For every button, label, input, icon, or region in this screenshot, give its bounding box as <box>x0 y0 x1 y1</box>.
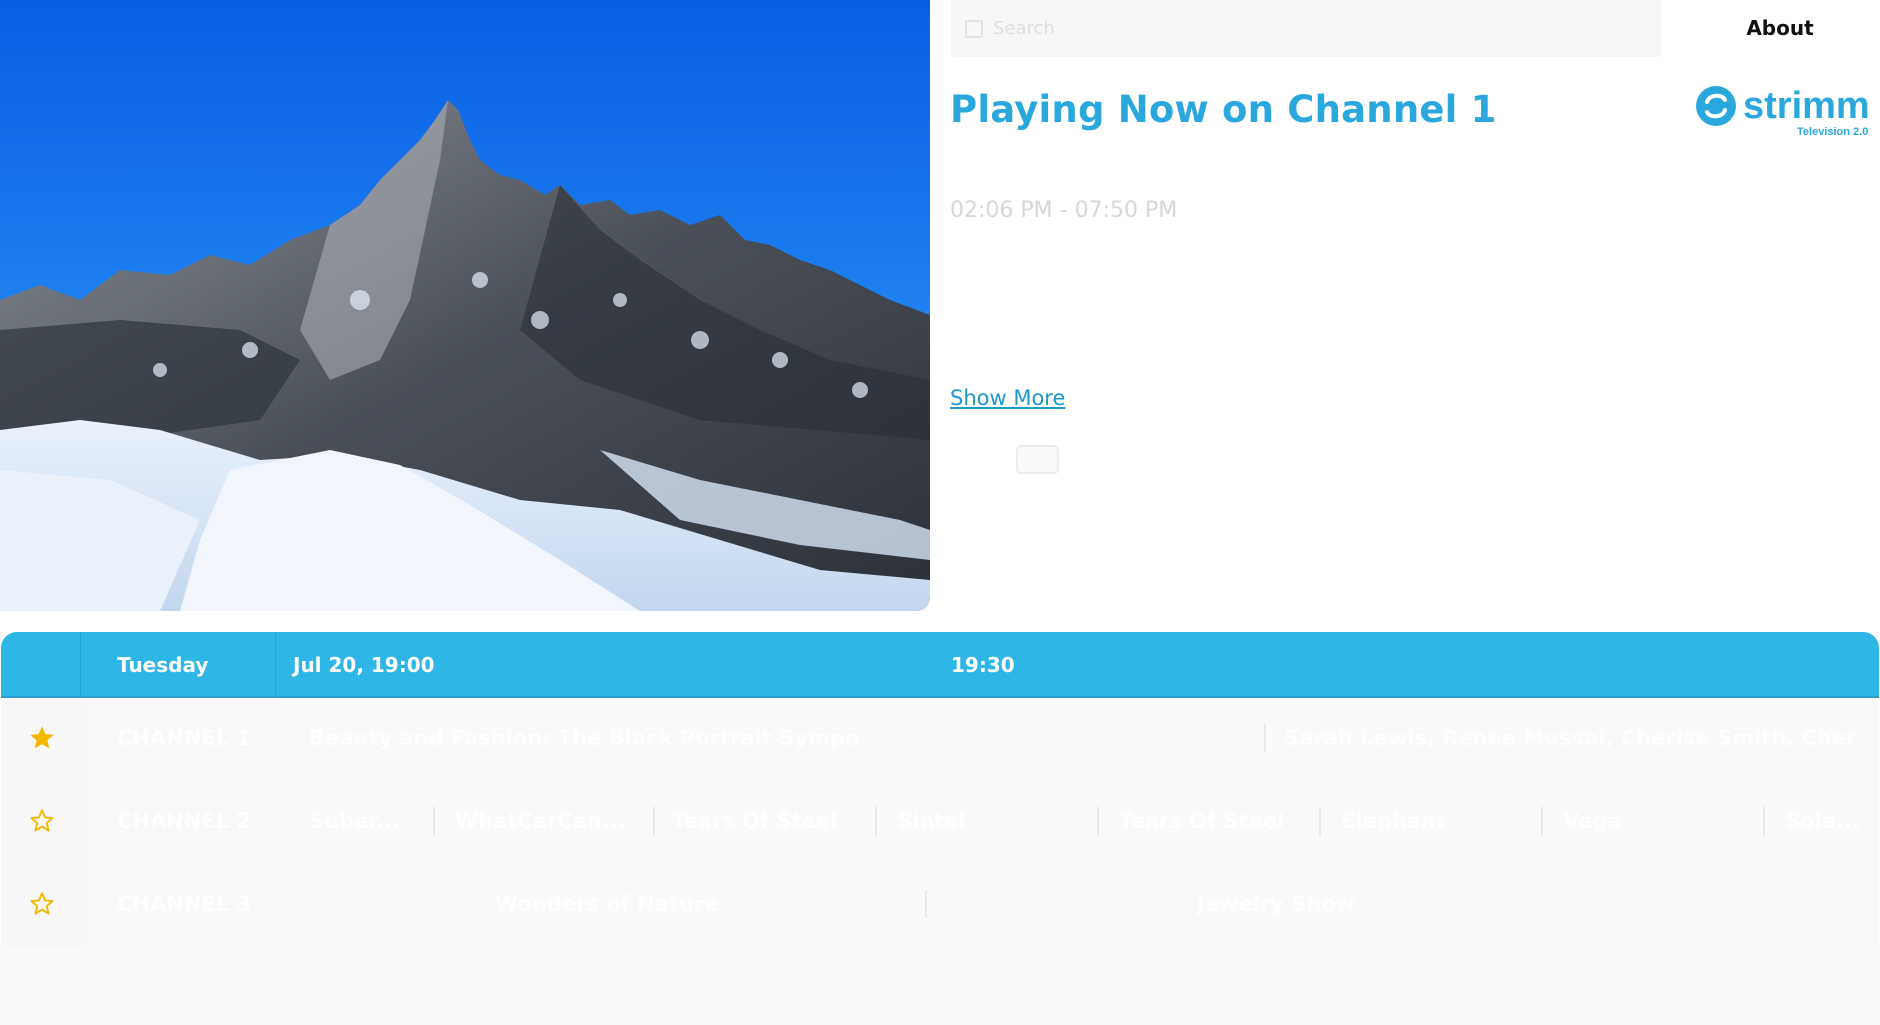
favorite-star-outline-icon[interactable] <box>28 807 56 835</box>
program-cell[interactable]: Beauty and Fashion: The Black Portrait S… <box>309 726 1209 750</box>
program-cell[interactable]: Wonders of Nature <box>495 892 895 916</box>
channel-name: CHANNEL 1 <box>117 726 252 750</box>
guide-time-mid: 19:30 <box>951 653 1015 677</box>
favorite-star-outline-icon[interactable] <box>28 890 56 918</box>
channel-name: CHANNEL 2 <box>117 809 252 833</box>
header-divider <box>80 632 81 698</box>
program-cell[interactable]: Tears Of Steel <box>1119 809 1309 833</box>
program-cell[interactable]: Jewelry Show <box>1197 892 1597 916</box>
program-divider <box>1541 807 1543 835</box>
program-cell[interactable]: WhatCarCan... <box>455 809 645 833</box>
channel-name: CHANNEL 3 <box>117 892 252 916</box>
program-divider <box>925 890 927 918</box>
small-toggle-button[interactable] <box>1016 445 1059 474</box>
search-bar[interactable] <box>951 0 1661 57</box>
program-cell[interactable]: Sola... <box>1785 809 1875 833</box>
program-cell[interactable]: Vega <box>1563 809 1753 833</box>
search-icon <box>965 19 983 38</box>
guide-header: Tuesday Jul 20, 19:00 19:30 <box>1 632 1879 698</box>
video-player[interactable] <box>0 0 930 611</box>
logo-tagline: Television 2.0 <box>1797 126 1868 138</box>
guide-body: CHANNEL 1 Beauty and Fashion: The Black … <box>1 698 1879 948</box>
favorite-star-filled-icon[interactable] <box>28 724 56 752</box>
channel-row-2[interactable]: CHANNEL 2 Suber... WhatCarCan... Tears O… <box>1 781 1879 864</box>
app-root: About Playing Now on Channel 1 strimm Te… <box>0 0 1880 1025</box>
strimm-logo[interactable]: strimm Television 2.0 <box>1695 84 1880 140</box>
program-divider <box>875 807 877 835</box>
about-link[interactable]: About <box>1700 16 1860 40</box>
now-playing-title: Playing Now on Channel 1 <box>950 88 1497 131</box>
program-divider <box>1319 807 1321 835</box>
guide-day: Tuesday <box>117 653 209 677</box>
program-guide: Tuesday Jul 20, 19:00 19:30 CHANNEL 1 Be… <box>0 632 1880 1025</box>
channel-row-1[interactable]: CHANNEL 1 Beauty and Fashion: The Black … <box>1 698 1879 781</box>
program-cell[interactable]: Tears Of Steel <box>672 809 862 833</box>
guide-footer <box>0 948 1880 1025</box>
program-cell[interactable]: Sintel <box>897 809 1087 833</box>
channel-row-3[interactable]: CHANNEL 3 Wonders of Nature Jewelry Show <box>1 864 1879 947</box>
program-divider <box>1264 724 1266 752</box>
guide-time-start: Jul 20, 19:00 <box>293 653 435 677</box>
show-more-link[interactable]: Show More <box>950 386 1065 410</box>
program-divider <box>653 807 655 835</box>
program-cell[interactable]: Elephant <box>1341 809 1531 833</box>
program-cell[interactable]: Suber... <box>309 809 429 833</box>
mountain-thumbnail <box>0 0 930 611</box>
program-cell[interactable]: Sarah Lewis, Renee Mussai, Cherise Smith… <box>1284 726 1854 750</box>
time-range: 02:06 PM - 07:50 PM <box>950 198 1178 223</box>
logo-wordmark: strimm <box>1743 85 1870 127</box>
program-divider <box>1097 807 1099 835</box>
program-divider <box>433 807 435 835</box>
header-divider <box>275 632 276 698</box>
search-input[interactable] <box>993 18 1593 39</box>
program-divider <box>1763 807 1765 835</box>
